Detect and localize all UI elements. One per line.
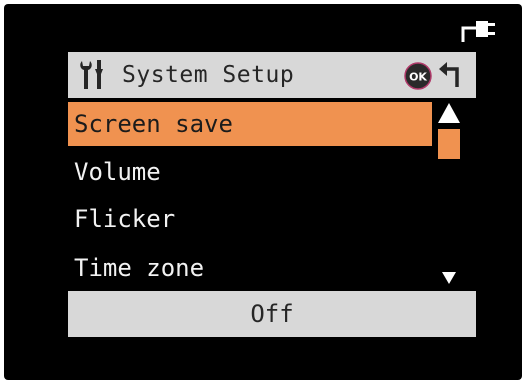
menu-item-screen-save[interactable]: Screen save <box>68 102 432 146</box>
power-plug-icon <box>461 21 495 42</box>
device-frame: System Setup OK Screen save Volume Flick… <box>0 0 526 383</box>
ok-label: OK <box>409 71 427 84</box>
menu-item-flicker[interactable]: Flicker <box>68 197 432 241</box>
menu-item-time-zone[interactable]: Time zone <box>68 246 432 290</box>
page-title: System Setup <box>122 62 295 88</box>
scroll-down-arrow-icon[interactable] <box>441 271 457 285</box>
scroll-up-arrow-icon[interactable] <box>437 102 461 124</box>
title-bar: System Setup OK <box>68 52 476 98</box>
current-value-bar: Off <box>68 291 476 337</box>
scrollbar-thumb[interactable] <box>438 129 460 159</box>
menu-item-label: Screen save <box>74 110 233 138</box>
back-arrow-icon[interactable] <box>438 61 464 89</box>
tools-icon <box>80 60 103 89</box>
menu-item-label: Time zone <box>74 254 205 282</box>
menu-item-label: Flicker <box>74 205 176 233</box>
current-value: Off <box>250 300 294 328</box>
ok-icon[interactable]: OK <box>404 62 432 90</box>
device-screen: System Setup OK Screen save Volume Flick… <box>4 4 522 380</box>
menu-item-label: Volume <box>74 158 161 186</box>
menu-item-volume[interactable]: Volume <box>68 150 432 194</box>
